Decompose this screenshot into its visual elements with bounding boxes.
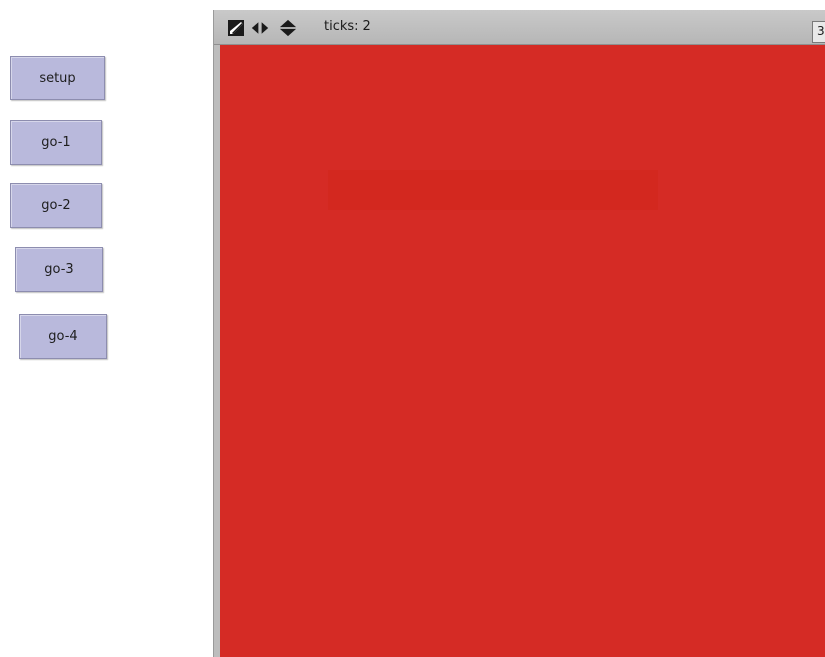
go-4-button[interactable]: go-4 <box>19 314 107 359</box>
ticks-label: ticks: <box>324 19 359 34</box>
left-right-arrows-icon[interactable] <box>251 19 269 37</box>
go-3-button[interactable]: go-3 <box>15 247 103 292</box>
go-2-button[interactable]: go-2 <box>10 183 102 228</box>
3d-view-button[interactable]: 3D <box>812 21 825 43</box>
control-panel: setup go-1 go-2 go-3 go-4 <box>0 0 213 657</box>
ticks-counter: ticks: 2 <box>324 19 371 34</box>
patch-region <box>328 170 658 210</box>
netlogo-interface: setup go-1 go-2 go-3 go-4 ticks:2 3D <box>0 0 825 657</box>
setup-button[interactable]: setup <box>10 56 105 100</box>
world-view: ticks:2 3D <box>213 10 825 657</box>
go-1-button[interactable]: go-1 <box>10 120 102 165</box>
ticks-value: 2 <box>362 19 371 34</box>
up-down-arrows-icon[interactable] <box>279 19 297 37</box>
view-toolbar: ticks:2 3D <box>214 10 825 45</box>
world-patches[interactable] <box>220 45 825 657</box>
edit-icon[interactable] <box>227 19 245 37</box>
